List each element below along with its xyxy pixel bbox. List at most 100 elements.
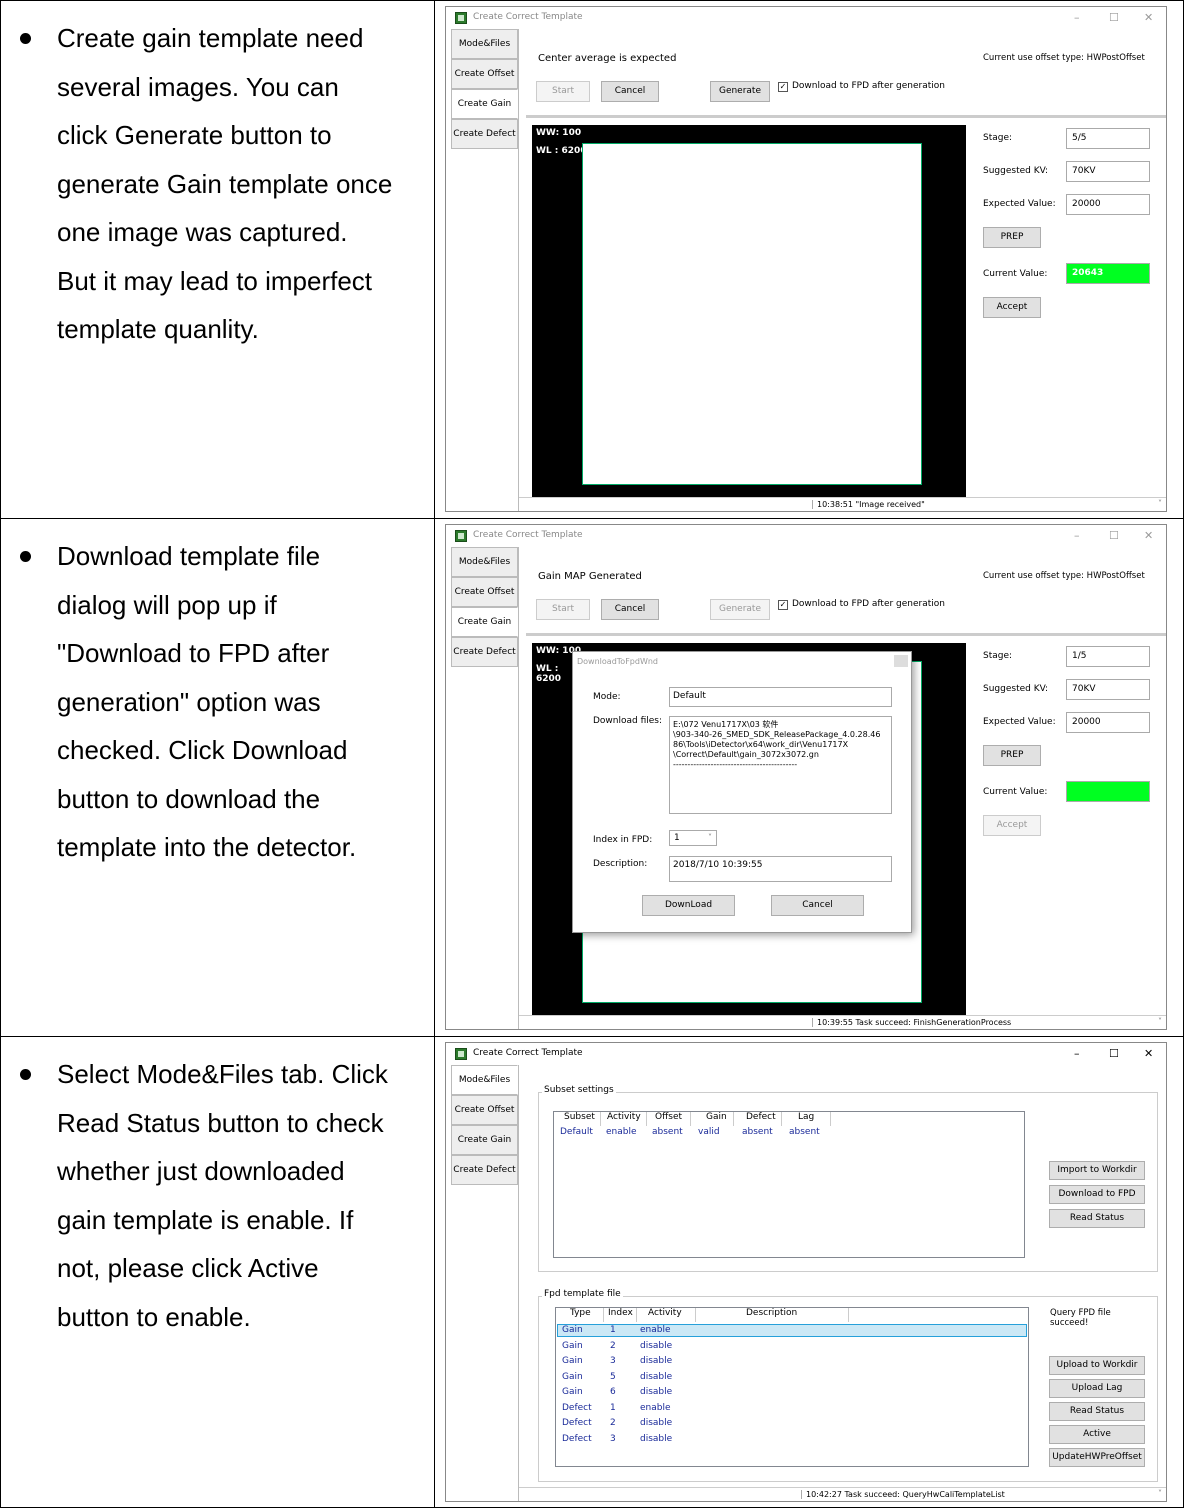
chevron-down-icon[interactable]: ˅ — [1158, 499, 1162, 508]
fpd-cell[interactable]: 2 — [610, 1341, 616, 1351]
prep-button[interactable]: PREP — [983, 745, 1041, 766]
upload-to-workdir-button[interactable]: Upload to Workdir — [1049, 1356, 1145, 1375]
subset-cell[interactable]: absent — [789, 1127, 820, 1137]
update-hw-pre-offset-button[interactable]: UpdateHWPreOffset — [1049, 1448, 1145, 1467]
generate-button[interactable]: Generate — [710, 81, 770, 102]
fpd-cell[interactable]: disable — [640, 1387, 672, 1397]
download-button[interactable]: DownLoad — [642, 895, 735, 916]
start-button[interactable]: Start — [536, 599, 590, 620]
fpd-cell[interactable]: Defect — [562, 1418, 592, 1428]
close-icon[interactable]: ✕ — [1144, 529, 1153, 542]
desc-field[interactable]: 2018/7/10 10:39:55 — [669, 856, 892, 882]
dialog-cancel-button[interactable]: Cancel — [771, 895, 864, 916]
column-header[interactable]: Lag — [798, 1112, 814, 1122]
fpd-cell[interactable]: Gain — [562, 1341, 583, 1351]
column-header[interactable]: Type — [570, 1308, 591, 1318]
fpd-cell[interactable]: disable — [640, 1418, 672, 1428]
download-to-fpd-button[interactable]: Download to FPD — [1049, 1185, 1145, 1204]
column-header[interactable]: Description — [746, 1308, 797, 1318]
subset-cell[interactable]: valid — [698, 1127, 720, 1137]
fpd-cell[interactable]: Gain — [562, 1372, 583, 1382]
prep-button[interactable]: PREP — [983, 227, 1041, 248]
tab-create-gain[interactable]: Create Gain — [451, 89, 518, 119]
close-icon[interactable]: ✕ — [1144, 1047, 1153, 1060]
download-checkbox[interactable]: ✓ — [778, 600, 788, 610]
stage-field[interactable]: 5/5 — [1066, 128, 1150, 149]
fpd-cell[interactable]: enable — [640, 1403, 671, 1413]
subset-cell[interactable]: Default — [560, 1127, 593, 1137]
fpd-cell[interactable]: disable — [640, 1372, 672, 1382]
subset-cell[interactable]: absent — [652, 1127, 683, 1137]
tab-create-offset[interactable]: Create Offset — [451, 577, 518, 607]
tab-create-defect[interactable]: Create Defect — [451, 637, 518, 667]
fpd-cell[interactable]: enable — [640, 1325, 671, 1335]
fpd-cell[interactable]: 6 — [610, 1387, 616, 1397]
subset-list[interactable]: Subset Activity Offset Gain Defect Lag D… — [553, 1111, 1025, 1258]
tab-mode-files[interactable]: Mode&Files — [451, 29, 518, 59]
fpd-cell[interactable]: 1 — [610, 1325, 616, 1335]
fpd-cell[interactable]: disable — [640, 1341, 672, 1351]
read-status-button-2[interactable]: Read Status — [1049, 1402, 1145, 1421]
dialog-close-icon[interactable] — [894, 655, 908, 667]
fpd-template-list[interactable]: Type Index Activity Description Gain 1 e… — [555, 1307, 1029, 1467]
cancel-button[interactable]: Cancel — [601, 81, 659, 102]
fpd-cell[interactable]: Defect — [562, 1434, 592, 1444]
start-button[interactable]: Start — [536, 81, 590, 102]
column-header[interactable]: Offset — [655, 1112, 682, 1122]
maximize-icon[interactable]: ☐ — [1109, 1047, 1119, 1060]
import-to-workdir-button[interactable]: Import to Workdir — [1049, 1161, 1145, 1180]
subset-cell[interactable]: enable — [606, 1127, 637, 1137]
tab-create-gain[interactable]: Create Gain — [451, 607, 518, 637]
expected-field[interactable]: 20000 — [1066, 712, 1150, 733]
fpd-cell[interactable]: 3 — [610, 1434, 616, 1444]
column-header[interactable]: Defect — [746, 1112, 776, 1122]
upload-lag-button[interactable]: Upload Lag — [1049, 1379, 1145, 1398]
tab-create-defect[interactable]: Create Defect — [451, 119, 518, 149]
kv-field[interactable]: 70KV — [1066, 679, 1150, 700]
tab-create-gain[interactable]: Create Gain — [451, 1125, 518, 1155]
stage-field[interactable]: 1/5 — [1066, 646, 1150, 667]
accept-button[interactable]: Accept — [983, 297, 1041, 318]
active-button[interactable]: Active — [1049, 1425, 1145, 1444]
close-icon[interactable]: ✕ — [1144, 11, 1153, 24]
fpd-cell[interactable]: Gain — [562, 1356, 583, 1366]
fpd-cell[interactable]: Gain — [562, 1325, 583, 1335]
column-header[interactable]: Index — [608, 1308, 633, 1318]
files-field[interactable]: E:\072 Venu1717X\03 软件 \903-340-26_SMED_… — [669, 716, 892, 814]
column-header[interactable]: Activity — [648, 1308, 682, 1318]
chevron-down-icon[interactable]: ˅ — [1158, 1017, 1162, 1026]
index-select[interactable]: 1 ˅ — [669, 830, 717, 846]
fpd-cell[interactable]: Defect — [562, 1403, 592, 1413]
expected-field[interactable]: 20000 — [1066, 194, 1150, 215]
column-header[interactable]: Subset — [564, 1112, 595, 1122]
tab-mode-files[interactable]: Mode&Files — [451, 547, 518, 577]
kv-field[interactable]: 70KV — [1066, 161, 1150, 182]
fpd-cell[interactable]: 5 — [610, 1372, 616, 1382]
fpd-cell[interactable]: 2 — [610, 1418, 616, 1428]
maximize-icon[interactable]: ☐ — [1109, 11, 1119, 24]
column-header[interactable]: Gain — [706, 1112, 727, 1122]
fpd-cell[interactable]: 1 — [610, 1403, 616, 1413]
tab-mode-files[interactable]: Mode&Files — [451, 1065, 518, 1095]
tab-create-offset[interactable]: Create Offset — [451, 59, 518, 89]
fpd-cell[interactable]: disable — [640, 1356, 672, 1366]
cancel-button[interactable]: Cancel — [601, 599, 659, 620]
download-checkbox[interactable]: ✓ — [778, 82, 788, 92]
image-viewer[interactable]: WW: 100 WL : 6200 — [532, 125, 966, 497]
read-status-button[interactable]: Read Status — [1049, 1209, 1145, 1228]
column-header[interactable]: Activity — [607, 1112, 641, 1122]
tab-create-offset[interactable]: Create Offset — [451, 1095, 518, 1125]
generate-button[interactable]: Generate — [710, 599, 770, 620]
accept-button[interactable]: Accept — [983, 815, 1041, 836]
fpd-cell[interactable]: 3 — [610, 1356, 616, 1366]
minimize-icon[interactable]: – — [1074, 529, 1080, 542]
maximize-icon[interactable]: ☐ — [1109, 529, 1119, 542]
chevron-down-icon[interactable]: ˅ — [1158, 1489, 1162, 1498]
minimize-icon[interactable]: – — [1074, 11, 1080, 24]
tab-create-defect[interactable]: Create Defect — [451, 1155, 518, 1185]
fpd-cell[interactable]: Gain — [562, 1387, 583, 1397]
fpd-cell[interactable]: disable — [640, 1434, 672, 1444]
mode-field[interactable]: Default — [669, 687, 892, 707]
minimize-icon[interactable]: – — [1074, 1047, 1080, 1060]
subset-cell[interactable]: absent — [742, 1127, 773, 1137]
